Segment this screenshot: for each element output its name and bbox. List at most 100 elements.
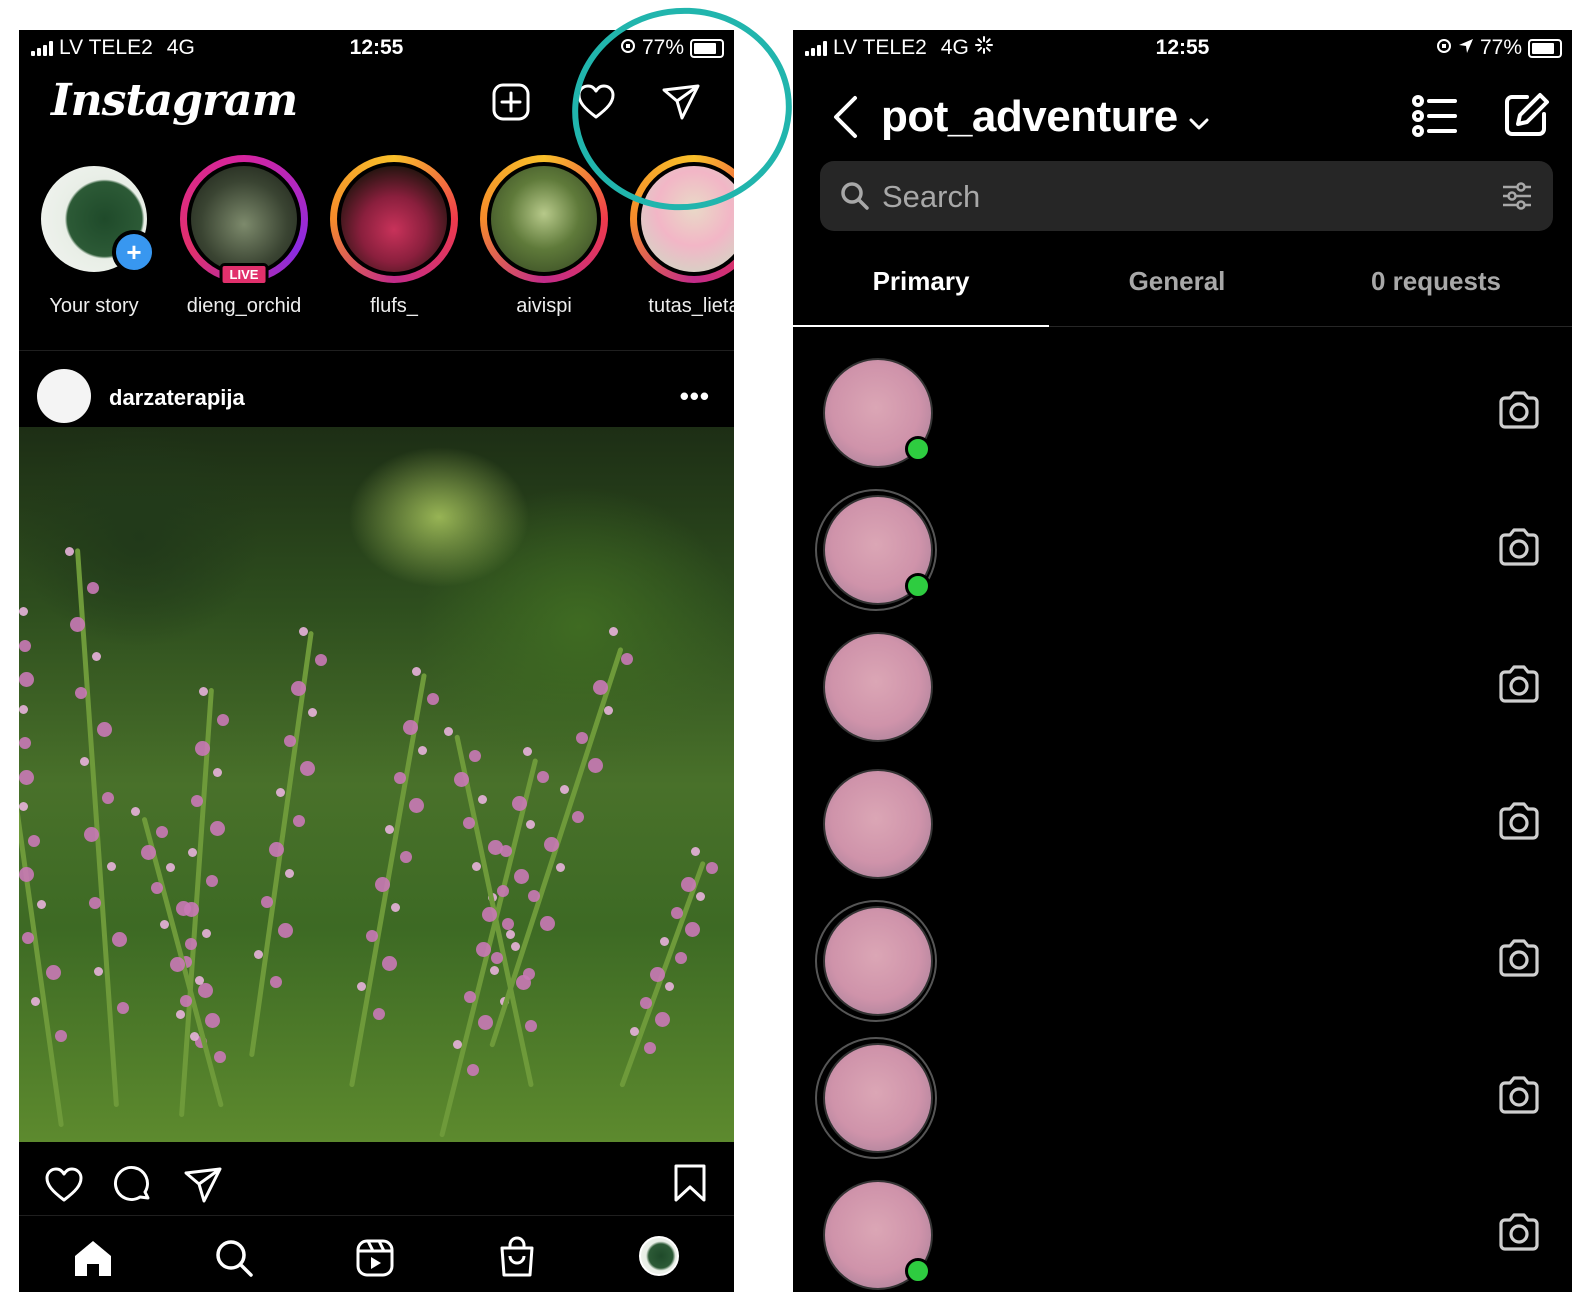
- flower-blossom: [106, 862, 116, 871]
- flower-blossom: [285, 868, 295, 878]
- shop-icon[interactable]: [497, 1236, 537, 1283]
- flower-blossom: [511, 942, 521, 951]
- story-flufs[interactable]: flufs_: [324, 155, 464, 318]
- flower-blossom: [156, 825, 169, 838]
- flower-blossom: [705, 862, 718, 874]
- live-badge: LIVE: [219, 263, 269, 286]
- share-icon[interactable]: [183, 1165, 223, 1210]
- conversation-row[interactable]: [815, 900, 1541, 1042]
- flower-blossom: [560, 784, 570, 794]
- post-username[interactable]: darzaterapija: [109, 385, 245, 411]
- back-icon[interactable]: [831, 94, 859, 145]
- battery-icon: [1528, 38, 1562, 58]
- search-input[interactable]: Search: [820, 161, 1553, 231]
- flower-blossom: [427, 693, 440, 706]
- more-options-icon[interactable]: •••: [680, 381, 710, 412]
- story-name: Your story: [49, 295, 139, 317]
- flower-blossom: [19, 704, 28, 714]
- avatar[interactable]: [823, 769, 933, 879]
- camera-icon[interactable]: [1497, 1075, 1541, 1120]
- flower-blossom: [19, 672, 34, 687]
- flower-blossom: [55, 1029, 68, 1042]
- flower-blossom: [478, 1015, 494, 1031]
- flower-blossom: [525, 820, 535, 830]
- story-dieng-orchid[interactable]: LIVE dieng_orchid: [174, 155, 314, 318]
- flower-blossom: [462, 817, 475, 829]
- filter-icon[interactable]: [1501, 181, 1533, 216]
- story-name: aivispi: [516, 295, 572, 317]
- flower-blossom: [298, 627, 308, 636]
- flower-blossom: [664, 982, 674, 991]
- camera-icon[interactable]: [1497, 938, 1541, 983]
- flower-blossom: [300, 761, 316, 777]
- avatar: [487, 162, 601, 276]
- compose-icon[interactable]: [1503, 92, 1551, 143]
- profile-icon[interactable]: [639, 1236, 679, 1276]
- flower-blossom: [543, 837, 559, 852]
- camera-icon[interactable]: [1497, 390, 1541, 435]
- story-your-story[interactable]: + Your story: [24, 155, 164, 318]
- like-icon[interactable]: [43, 1165, 85, 1210]
- flower-blossom: [19, 867, 34, 882]
- direct-messages-screen: LV TELE2 4G 12:55 77% pot_adventure Sear…: [793, 30, 1572, 1292]
- flower-blossom: [472, 862, 482, 871]
- flower-blossom: [400, 850, 413, 863]
- flower-blossom: [639, 997, 652, 1009]
- flower-blossom: [644, 1042, 657, 1054]
- flower-blossom: [176, 1009, 186, 1019]
- flower-blossom: [675, 952, 688, 964]
- conversation-row[interactable]: [815, 1037, 1541, 1179]
- flower-blossom: [131, 807, 141, 816]
- flower-blossom: [670, 907, 683, 919]
- avatar[interactable]: [823, 906, 933, 1016]
- camera-icon[interactable]: [1497, 664, 1541, 709]
- list-icon[interactable]: [1411, 94, 1459, 143]
- flower-blossom: [539, 915, 555, 931]
- tab-requests[interactable]: 0 requests: [1308, 266, 1564, 297]
- story-name: dieng_orchid: [186, 295, 302, 317]
- flower-blossom: [588, 758, 604, 774]
- post-avatar[interactable]: [37, 369, 91, 423]
- conversation-row[interactable]: [821, 358, 1541, 494]
- conversation-row[interactable]: [815, 489, 1541, 631]
- flower-blossom: [37, 899, 47, 909]
- flower-blossom: [490, 952, 503, 964]
- flower-blossom: [214, 1050, 227, 1063]
- story-aivispi[interactable]: aivispi: [474, 155, 614, 318]
- flower-blossom: [217, 713, 230, 726]
- new-post-icon[interactable]: [491, 82, 531, 122]
- flower-blossom: [213, 767, 223, 777]
- camera-icon[interactable]: [1497, 527, 1541, 572]
- instagram-logo[interactable]: Instagram: [51, 75, 298, 126]
- avatar[interactable]: [823, 632, 933, 742]
- flower-blossom: [511, 795, 527, 811]
- flower-blossom: [444, 727, 454, 736]
- post-photo[interactable]: [19, 427, 734, 1142]
- flower-blossom: [19, 769, 35, 785]
- reels-icon[interactable]: [355, 1238, 395, 1283]
- flower-blossom: [695, 892, 705, 901]
- conversation-row[interactable]: [821, 769, 1541, 905]
- search-icon[interactable]: [214, 1238, 254, 1283]
- tab-general[interactable]: General: [1049, 266, 1305, 297]
- camera-icon[interactable]: [1497, 801, 1541, 846]
- conversation-row[interactable]: [821, 632, 1541, 768]
- add-story-icon[interactable]: +: [112, 230, 156, 274]
- tab-primary[interactable]: Primary: [793, 266, 1049, 297]
- account-switcher[interactable]: pot_adventure: [881, 92, 1210, 142]
- avatar: [337, 162, 451, 276]
- flower-blossom: [381, 955, 397, 971]
- flower-blossom: [189, 1032, 199, 1041]
- battery-percent: 77%: [1479, 36, 1522, 59]
- avatar[interactable]: [823, 1043, 933, 1153]
- flower-blossom: [572, 810, 584, 823]
- flower-blossom: [527, 889, 540, 902]
- home-icon[interactable]: [72, 1238, 114, 1283]
- flower-blossom: [384, 824, 394, 834]
- avatar: [187, 162, 301, 276]
- save-icon[interactable]: [672, 1163, 708, 1208]
- camera-icon[interactable]: [1497, 1212, 1541, 1257]
- comment-icon[interactable]: [113, 1165, 153, 1210]
- flower-blossom: [502, 917, 515, 930]
- conversation-row[interactable]: [821, 1180, 1541, 1292]
